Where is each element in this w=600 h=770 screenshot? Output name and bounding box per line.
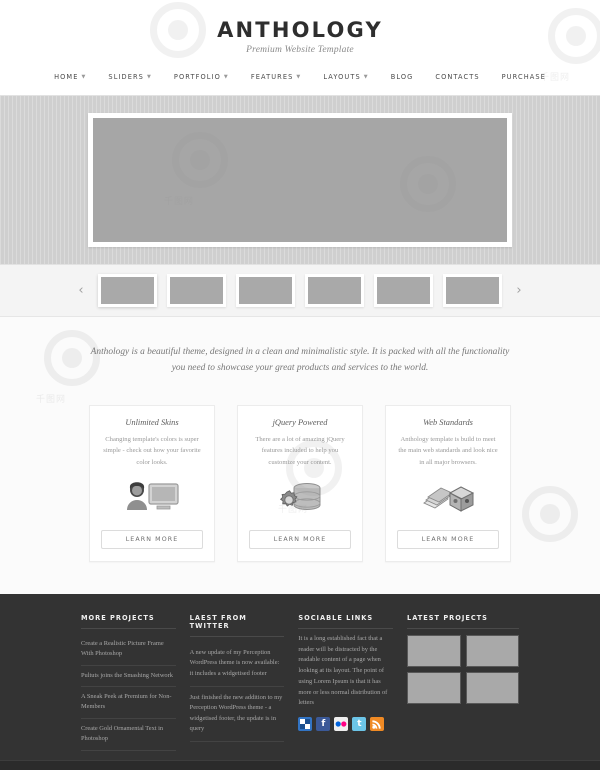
hero-slide-image <box>93 118 507 242</box>
chevron-down-icon: ▼ <box>146 73 152 80</box>
gear-database-icon <box>274 476 326 520</box>
nav-label: BLOG <box>390 73 414 81</box>
list-item[interactable]: Pultuts joins the Smashing Network <box>81 666 176 688</box>
carousel-thumb[interactable] <box>98 274 157 307</box>
carousel-thumb[interactable] <box>443 274 502 307</box>
footer-column-title: SOCIABLE LINKS <box>298 614 394 629</box>
footer-columns: MORE PROJECTS Create a Realistic Picture… <box>81 614 520 751</box>
nav-item-portfolio[interactable]: PORTFOLIO ▼ <box>163 69 240 85</box>
chevron-down-icon: ▼ <box>223 73 229 80</box>
thumb-image <box>308 277 361 304</box>
nav-label: PURCHASE <box>501 73 546 81</box>
feature-box-list: Unlimited Skins Changing template's colo… <box>89 404 511 562</box>
tweet-item[interactable]: A new update of my Perception WordPress … <box>189 642 285 687</box>
feature-text: There are a lot of amazing jQuery featur… <box>255 435 345 466</box>
user-monitor-icon <box>123 476 181 520</box>
nav-item-home[interactable]: HOME ▼ <box>43 69 97 85</box>
carousel-thumb[interactable] <box>167 274 226 307</box>
nav-item-sliders[interactable]: SLIDERS ▼ <box>97 69 162 85</box>
thumb-image <box>446 277 499 304</box>
footer-column-title: LATEST PROJECTS <box>407 614 520 629</box>
footer-column-twitter: LAEST FROM TWITTER A new update of my Pe… <box>189 614 285 751</box>
nav-label: PORTFOLIO <box>173 73 221 81</box>
more-projects-list: Create a Realistic Picture Frame With Ph… <box>81 634 176 751</box>
list-item[interactable]: Create Gold Ornamental Text in Photoshop <box>81 719 176 751</box>
thumb-image <box>239 277 292 304</box>
carousel-thumb[interactable] <box>374 274 433 307</box>
learn-more-button[interactable]: LEARN MORE <box>397 529 499 549</box>
sociable-text: It is a long established fact that a rea… <box>298 634 388 707</box>
social-icon-row: f t <box>298 717 393 732</box>
intro-text: Anthology is a beautiful theme, designed… <box>90 347 510 374</box>
copyright-bar: Copyright © 2014 Company name All rights… <box>0 759 600 770</box>
carousel-prev-icon[interactable]: ‹ <box>74 284 88 297</box>
feature-title: Unlimited Skins <box>125 417 179 427</box>
footer-column-more-projects: MORE PROJECTS Create a Realistic Picture… <box>81 614 176 751</box>
feature-title: jQuery Powered <box>272 417 328 427</box>
thumb-image <box>377 277 430 304</box>
feature-text: Changing template's colors is super simp… <box>103 435 201 466</box>
feature-box-web-standards: Web Standards Anthology template is buil… <box>385 404 511 562</box>
nav-item-layouts[interactable]: LAYOUTS ▼ <box>312 69 379 85</box>
nav-label: CONTACTS <box>435 73 480 81</box>
nav-item-features[interactable]: FEATURES ▼ <box>240 69 313 85</box>
site-tagline: Premium Website Template <box>246 45 354 55</box>
nav-label: HOME <box>54 73 79 81</box>
page-root: ANTHOLOGY Premium Website Template HOME … <box>0 0 600 770</box>
project-thumbnail[interactable] <box>407 671 461 704</box>
list-item[interactable]: A Sneak Peek at Premium for Non-Members <box>81 687 176 719</box>
feature-title: Web Standards <box>423 417 473 427</box>
footer-column-title: MORE PROJECTS <box>81 614 176 629</box>
chevron-down-icon: ▼ <box>81 73 87 80</box>
nav-label: FEATURES <box>250 73 294 81</box>
thumb-image <box>101 277 154 304</box>
features-section: Unlimited Skins Changing template's colo… <box>0 394 600 594</box>
main-navigation: HOME ▼ SLIDERS ▼ PORTFOLIO ▼ FEATURES ▼ … <box>0 69 600 95</box>
nav-item-blog[interactable]: BLOG <box>380 69 425 85</box>
site-logo: ANTHOLOGY <box>217 18 383 42</box>
chevron-down-icon: ▼ <box>296 73 302 80</box>
learn-more-button[interactable]: LEARN MORE <box>101 529 203 549</box>
list-item[interactable]: Create a Realistic Picture Frame With Ph… <box>81 634 176 666</box>
feature-box-unlimited-skins: Unlimited Skins Changing template's colo… <box>89 404 215 562</box>
hero-slide-frame <box>88 113 512 247</box>
thumbnail-carousel: ‹ › <box>0 265 600 317</box>
feature-text: Anthology template is build to meet the … <box>398 435 498 466</box>
nav-item-purchase[interactable]: PURCHASE <box>491 69 557 85</box>
facebook-icon[interactable]: f <box>316 717 331 732</box>
thumb-image <box>170 277 223 304</box>
flickr-icon[interactable] <box>334 717 349 732</box>
site-header: ANTHOLOGY Premium Website Template HOME … <box>0 0 600 95</box>
tweet-item[interactable]: Just finished the new addition to my Per… <box>189 687 285 742</box>
carousel-thumb[interactable] <box>236 274 295 307</box>
footer-column-latest-projects: LATEST PROJECTS <box>407 614 520 751</box>
box-documents-icon <box>421 476 475 520</box>
delicious-icon[interactable] <box>298 717 313 732</box>
footer-column-sociable-links: SOCIABLE LINKS It is a long established … <box>298 614 394 751</box>
rss-icon[interactable] <box>370 717 385 732</box>
project-thumbnail[interactable] <box>465 671 520 704</box>
project-thumbnail[interactable] <box>465 634 520 667</box>
site-footer: MORE PROJECTS Create a Realistic Picture… <box>0 593 600 760</box>
nav-label: LAYOUTS <box>323 73 361 81</box>
intro-section: Anthology is a beautiful theme, designed… <box>0 317 600 395</box>
twitter-icon[interactable]: t <box>352 717 367 732</box>
learn-more-button[interactable]: LEARN MORE <box>249 529 351 549</box>
chevron-down-icon: ▼ <box>363 73 369 80</box>
project-thumbnail[interactable] <box>407 634 461 667</box>
nav-label: SLIDERS <box>108 73 144 81</box>
carousel-next-icon[interactable]: › <box>512 284 526 297</box>
carousel-thumb[interactable] <box>305 274 364 307</box>
nav-item-contacts[interactable]: CONTACTS <box>424 69 490 85</box>
feature-box-jquery-powered: jQuery Powered There are a lot of amazin… <box>237 404 363 562</box>
hero-slider[interactable] <box>0 95 600 265</box>
latest-projects-grid <box>407 634 520 704</box>
carousel-thumbs <box>98 274 502 307</box>
footer-column-title: LAEST FROM TWITTER <box>189 614 285 637</box>
